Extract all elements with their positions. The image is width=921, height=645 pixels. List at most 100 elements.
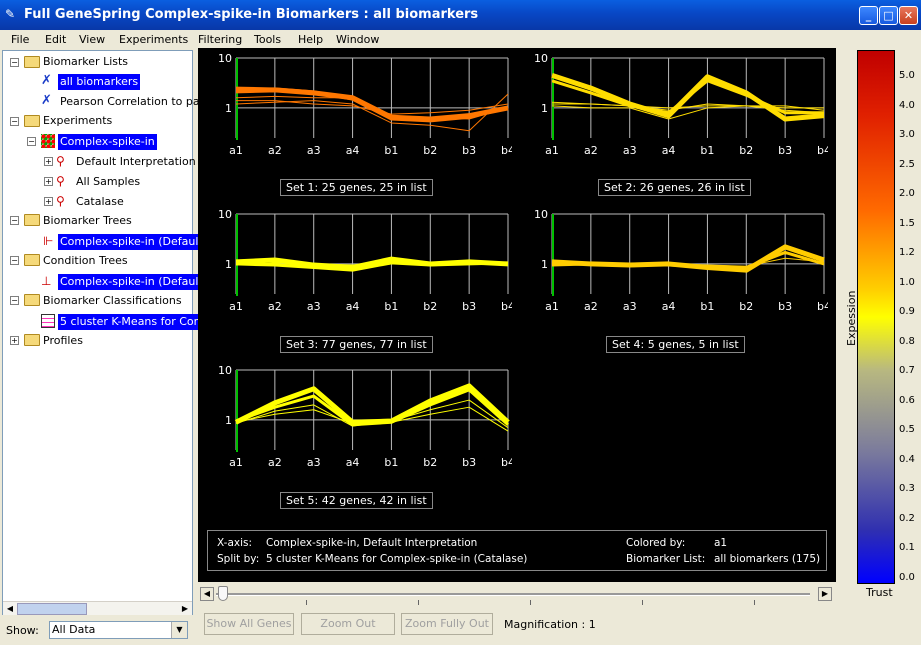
slider-thumb[interactable] — [218, 586, 228, 601]
x-tick-label: b1 — [700, 144, 714, 157]
slider-tick — [418, 600, 419, 605]
show-select[interactable]: All Data ▼ — [49, 621, 188, 639]
x-tick-label: a3 — [307, 300, 321, 313]
maximize-button[interactable]: □ — [879, 6, 898, 25]
y-tick-label: 1 — [225, 258, 232, 271]
x-tick-label: b4 — [501, 300, 512, 313]
colorbar-xlabel: Trust — [866, 586, 893, 599]
expand-toggle[interactable]: + — [44, 177, 53, 186]
x-tick-label: b1 — [384, 300, 398, 313]
menu-file[interactable]: File — [11, 33, 29, 46]
collapse-toggle[interactable]: − — [27, 137, 36, 146]
x-tick-label: a1 — [229, 300, 243, 313]
slider-track[interactable] — [216, 593, 810, 596]
x-tick-label: a2 — [584, 144, 598, 157]
tree-pearson-correlation[interactable]: Pearson Correlation to pa — [60, 94, 200, 110]
colored-by-label: Colored by: — [626, 537, 686, 549]
menu-window[interactable]: Window — [336, 33, 379, 46]
tree-experiments[interactable]: Experiments — [43, 113, 112, 129]
y-tick-label: 10 — [218, 54, 232, 65]
colorbar-tick-label: 0.3 — [899, 483, 915, 495]
dendrogram-icon: ⊥ — [41, 274, 52, 288]
window-title: Full GeneSpring Complex-spike-in Biomark… — [24, 7, 479, 22]
menu-help[interactable]: Help — [298, 33, 323, 46]
x-tick-label: b2 — [423, 300, 437, 313]
chart-set-1: 10 1 a1 a2 a3 a4 b1 b2 b3 b4 — [218, 54, 512, 157]
classification-icon — [41, 314, 55, 328]
chart-set-5: 10 1 a1 a2 a3 a4 b1 b2 b3 b4 — [218, 366, 512, 469]
x-tick-label: a4 — [662, 300, 676, 313]
colorbar-tick-label: 0.6 — [899, 394, 915, 406]
menu-filtering[interactable]: Filtering — [198, 33, 242, 46]
interpretation-icon: ⚲ — [56, 154, 65, 168]
zoom-fully-out-button[interactable]: Zoom Fully Out — [401, 613, 493, 635]
collapse-toggle[interactable]: − — [10, 256, 19, 265]
zoom-slider[interactable]: ◀ ▶ — [198, 584, 834, 610]
zoom-out-button[interactable]: Zoom Out — [301, 613, 395, 635]
menu-view[interactable]: View — [79, 33, 105, 46]
collapse-toggle[interactable]: − — [10, 58, 19, 67]
colorbar-tick-label: 0.7 — [899, 365, 915, 377]
x-tick-label: a2 — [268, 456, 282, 469]
y-tick-label: 10 — [218, 366, 232, 377]
colorbar-tick-label: 0.1 — [899, 542, 915, 554]
colorbar-tick-label: 1.2 — [899, 247, 915, 259]
scroll-left-arrow-icon[interactable]: ◀ — [3, 602, 17, 616]
chevron-down-icon[interactable]: ▼ — [171, 622, 187, 638]
color-gradient-bar — [857, 50, 895, 584]
tree-biomarker-lists[interactable]: Biomarker Lists — [43, 54, 128, 70]
tree-biomarker-trees[interactable]: Biomarker Trees — [43, 213, 132, 229]
x-tick-label: a4 — [662, 144, 676, 157]
folder-icon — [24, 294, 40, 306]
x-tick-label: b3 — [462, 456, 476, 469]
slider-right-arrow-icon[interactable]: ▶ — [818, 587, 832, 601]
x-tick-label: a1 — [545, 300, 559, 313]
close-button[interactable]: ✕ — [899, 6, 918, 25]
x-tick-label: b2 — [739, 300, 753, 313]
slider-left-arrow-icon[interactable]: ◀ — [200, 587, 214, 601]
menu-tools[interactable]: Tools — [254, 33, 281, 46]
colored-by-value: a1 — [714, 537, 728, 549]
x-tick-label: a2 — [268, 144, 282, 157]
tree-biomarker-classifications[interactable]: Biomarker Classifications — [43, 293, 182, 309]
tree-default-interpretation[interactable]: Default Interpretation — [76, 154, 196, 170]
collapse-toggle[interactable]: − — [10, 117, 19, 126]
colorbar-tick-label: 0.5 — [899, 424, 915, 436]
tree-condition-tree-item[interactable]: Complex-spike-in (Defaul — [58, 274, 201, 290]
expand-toggle[interactable]: + — [44, 157, 53, 166]
colorbar-tick-label: 3.0 — [899, 129, 915, 141]
tree-complex-spike-in[interactable]: Complex-spike-in — [58, 134, 157, 150]
x-tick-label: a1 — [545, 144, 559, 157]
menu-experiments[interactable]: Experiments — [119, 33, 188, 46]
slider-tick — [530, 600, 531, 605]
menu-edit[interactable]: Edit — [45, 33, 66, 46]
tree-classification-item[interactable]: 5 cluster K-Means for Com — [58, 314, 207, 330]
scroll-thumb[interactable] — [17, 603, 87, 615]
show-all-genes-button[interactable]: Show All Genes — [204, 613, 294, 635]
colorbar-tick-label: 5.0 — [899, 70, 915, 81]
collapse-toggle[interactable]: − — [10, 296, 19, 305]
slider-tick — [642, 600, 643, 605]
collapse-toggle[interactable]: − — [10, 216, 19, 225]
tree-biomarker-tree-item[interactable]: Complex-spike-in (Defaul — [58, 234, 201, 250]
expand-toggle[interactable]: + — [10, 336, 19, 345]
minimize-button[interactable]: _ — [859, 6, 878, 25]
colorbar-tick-label: 2.5 — [899, 158, 915, 170]
tree-condition-trees[interactable]: Condition Trees — [43, 253, 128, 269]
tree-all-samples[interactable]: All Samples — [76, 174, 140, 190]
title-bar: ✎ Full GeneSpring Complex-spike-in Bioma… — [0, 0, 921, 30]
bottom-toolbar: Show All Genes Zoom Out Zoom Fully Out M… — [198, 612, 838, 640]
plot-area[interactable]: 10 1 a1 a2 a3 a4 b1 b2 b3 b4 10 1 a1 a2 a3 a4 b1 b2 b3 b4 … — [198, 48, 836, 582]
tree-scrollbar[interactable]: ◀ ▶ — [3, 601, 192, 615]
tree-catalase[interactable]: Catalase — [76, 194, 124, 210]
x-tick-label: b3 — [778, 300, 792, 313]
expand-toggle[interactable]: + — [44, 197, 53, 206]
x-tick-label: b1 — [384, 456, 398, 469]
x-tick-label: b2 — [423, 144, 437, 157]
tree-all-biomarkers[interactable]: all biomarkers — [58, 74, 141, 90]
xaxis-label: X-axis: — [217, 537, 253, 549]
tree-profiles[interactable]: Profiles — [43, 333, 83, 349]
navigator-tree[interactable]: − Biomarker Lists ✗ all biomarkers ✗ Pea… — [2, 50, 207, 615]
scroll-right-arrow-icon[interactable]: ▶ — [178, 602, 192, 616]
series-line — [235, 87, 509, 122]
